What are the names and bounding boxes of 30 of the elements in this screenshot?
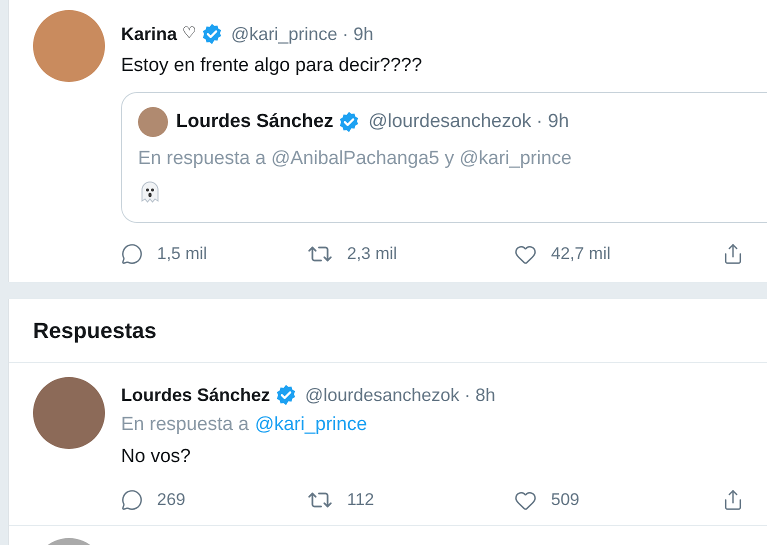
mention-link[interactable]: @kari_prince	[254, 413, 368, 437]
share-button[interactable]	[722, 489, 744, 511]
share-icon	[722, 243, 744, 265]
tweet-time[interactable]: · 9h	[536, 110, 570, 134]
author-name[interactable]: Lourdes Sánchez	[176, 110, 334, 134]
like-button[interactable]: 509	[514, 487, 580, 513]
author-handle[interactable]: @lourdesanchezok	[368, 110, 532, 134]
share-button[interactable]	[722, 243, 744, 265]
reply-button[interactable]: 1,5 mil	[121, 241, 208, 267]
tweet-time[interactable]: · 9h	[342, 22, 374, 46]
reply-button[interactable]: 269	[121, 487, 186, 513]
author-name[interactable]: Karina	[121, 22, 178, 46]
author-handle[interactable]: @lourdesanchezok	[305, 383, 460, 407]
author-handle[interactable]: @kari_prince	[231, 22, 338, 46]
share-icon	[722, 489, 744, 511]
retweet-button[interactable]: 112	[307, 487, 374, 513]
quoted-tweet-card[interactable]: Lourdes Sánchez @lourdesanchezok · 9h En respuesta a @AnibalPachanga5 y @kari_prince	[121, 92, 767, 223]
avatar-placeholder	[138, 107, 168, 137]
reply-icon	[121, 243, 143, 265]
name-symbol: ♡	[182, 24, 196, 44]
section-heading: Respuestas	[33, 317, 157, 345]
tweet-text: No vos?	[121, 445, 192, 469]
reply-icon	[121, 489, 143, 511]
author-name[interactable]: Lourdes Sánchez	[121, 383, 270, 407]
retweet-button[interactable]: 2,3 mil	[307, 241, 398, 267]
reply-to-label: En respuesta a	[121, 413, 249, 437]
tweet-text: Estoy en frente algo para decir????	[121, 54, 424, 78]
tweet-time[interactable]: · 8h	[464, 383, 496, 407]
like-button[interactable]: 42,7 mil	[514, 241, 611, 267]
reply-to-text: En respuesta a @AnibalPachanga5 y @kari_prince	[138, 147, 573, 171]
